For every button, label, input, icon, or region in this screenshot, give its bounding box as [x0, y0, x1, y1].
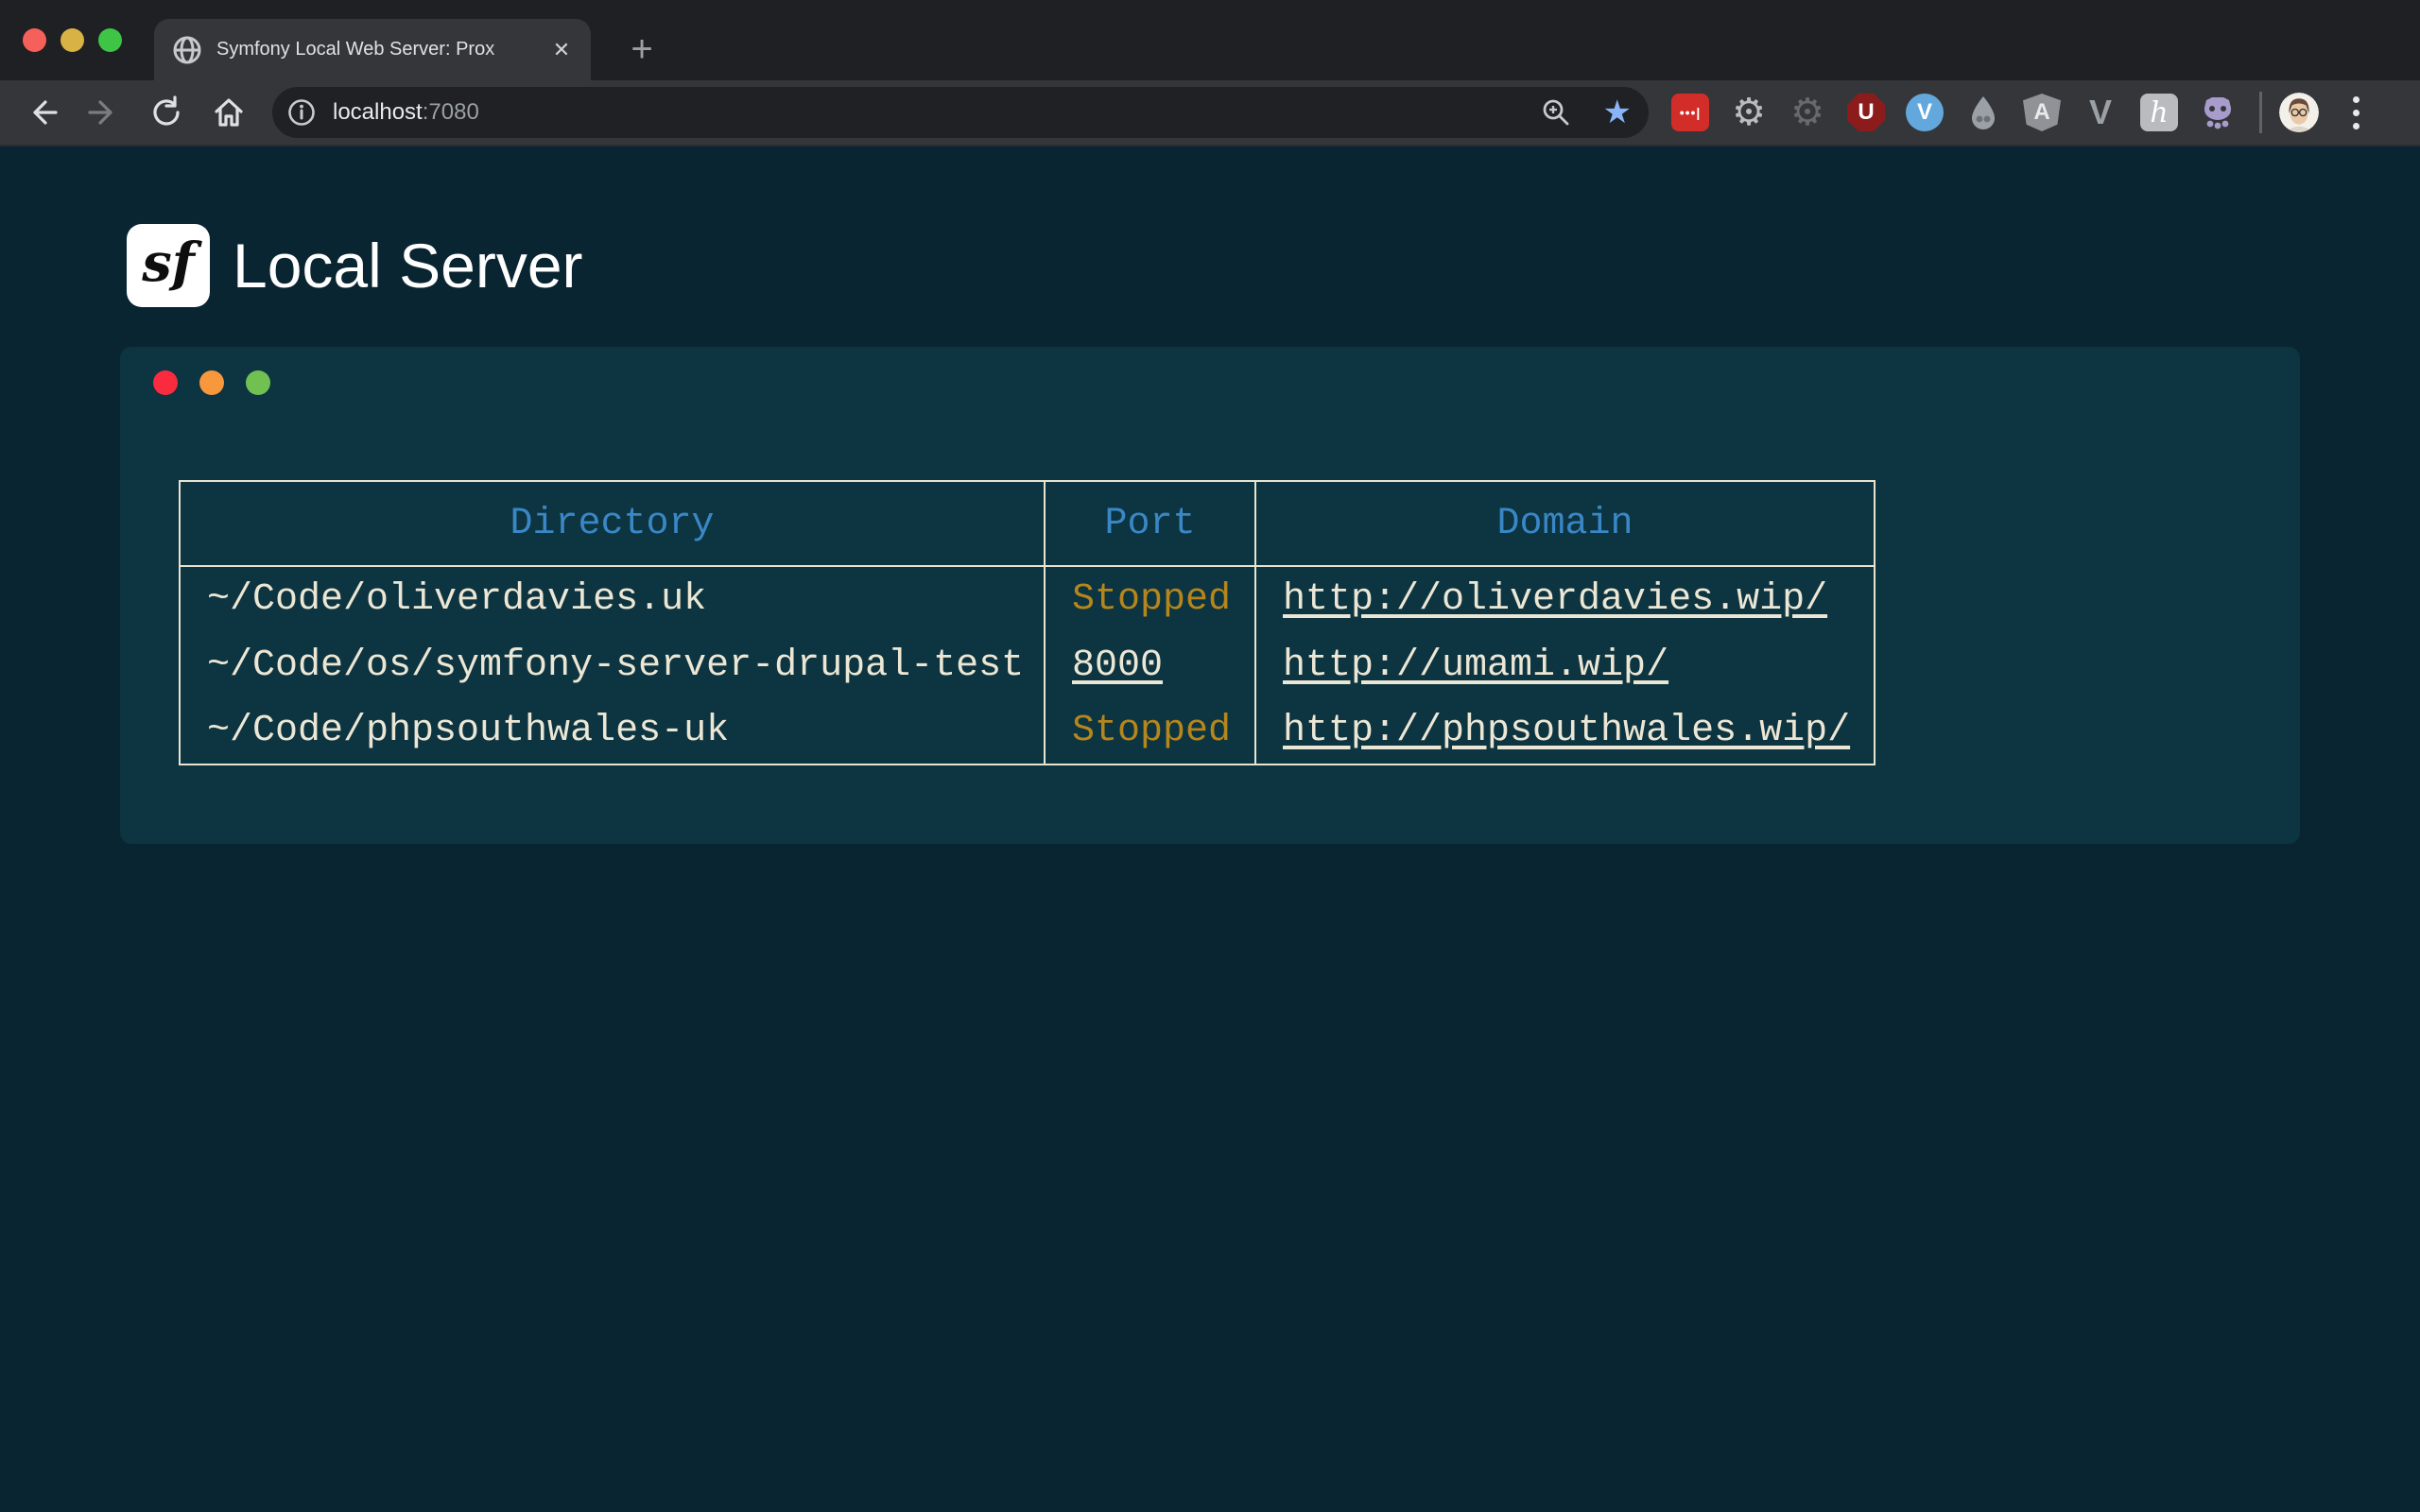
- terminal-card: Directory Port Domain ~/Code/oliverdavie…: [120, 347, 2300, 844]
- tab-title: Symfony Local Web Server: Prox: [216, 39, 547, 60]
- lastpass-extension-icon[interactable]: •••|: [1671, 94, 1709, 131]
- url-host: localhost: [333, 99, 423, 125]
- orange-dot-icon: [199, 370, 224, 395]
- home-button[interactable]: [210, 94, 248, 131]
- domain-cell: http://umami.wip/: [1255, 632, 1875, 698]
- window-titlebar: Symfony Local Web Server: Prox ✕ +: [0, 0, 2420, 80]
- url-port: :7080: [423, 99, 479, 125]
- domain-cell: http://oliverdavies.wip/: [1255, 566, 1875, 632]
- table-row: ~/Code/os/symfony-server-drupal-test 800…: [180, 632, 1875, 698]
- profile-avatar[interactable]: [2279, 93, 2319, 132]
- directory-cell: ~/Code/oliverdavies.uk: [180, 566, 1045, 632]
- toolbar-separator: [2259, 92, 2262, 133]
- port-cell: 8000: [1045, 632, 1255, 698]
- domain-cell: http://phpsouthwales.wip/: [1255, 698, 1875, 765]
- browser-menu-button[interactable]: [2342, 96, 2370, 129]
- window-controls: [23, 28, 122, 52]
- browser-tab[interactable]: Symfony Local Web Server: Prox ✕: [154, 19, 591, 80]
- table-header-row: Directory Port Domain: [180, 481, 1875, 566]
- page-title: Local Server: [233, 230, 583, 301]
- new-tab-button[interactable]: +: [622, 29, 662, 69]
- reload-icon: [149, 95, 183, 129]
- maximize-window-button[interactable]: [98, 28, 122, 52]
- symfony-logo: sf: [127, 224, 210, 307]
- directory-cell: ~/Code/phpsouthwales-uk: [180, 698, 1045, 765]
- angular-shield-extension-icon[interactable]: A: [2023, 94, 2061, 131]
- globe-favicon-icon: [173, 36, 201, 64]
- tab-close-icon[interactable]: ✕: [547, 36, 576, 64]
- back-button[interactable]: [23, 94, 60, 131]
- domain-link[interactable]: http://oliverdavies.wip/: [1283, 578, 1827, 621]
- domain-link[interactable]: http://umami.wip/: [1283, 644, 1668, 687]
- address-bar[interactable]: localhost:7080 ★: [272, 87, 1649, 138]
- vimium-extension-icon[interactable]: V: [1906, 94, 1944, 131]
- domain-column-header: Domain: [1255, 481, 1875, 566]
- hypothesis-extension-icon[interactable]: h: [2140, 94, 2178, 131]
- extensions-row: •••| ⚙ ⚙ U V A V h: [1671, 94, 2237, 131]
- drupal-extension-icon[interactable]: [1964, 94, 2002, 131]
- port-link[interactable]: 8000: [1072, 644, 1163, 687]
- bookmark-star-icon[interactable]: ★: [1603, 96, 1632, 129]
- status-badge: Stopped: [1072, 710, 1231, 752]
- servers-table: Directory Port Domain ~/Code/oliverdavie…: [179, 480, 1876, 765]
- url-text[interactable]: localhost:7080: [333, 99, 479, 126]
- port-column-header: Port: [1045, 481, 1255, 566]
- reload-button[interactable]: [147, 94, 185, 131]
- gear-dark-extension-icon[interactable]: ⚙: [1789, 94, 1826, 131]
- gear-extension-icon[interactable]: ⚙: [1730, 94, 1768, 131]
- table-row: ~/Code/phpsouthwales-uk Stopped http://p…: [180, 698, 1875, 765]
- browser-toolbar: localhost:7080 ★ •••| ⚙ ⚙ U V A V h: [0, 80, 2420, 146]
- back-arrow-icon: [25, 95, 59, 129]
- octotree-octocat-extension-icon[interactable]: [2199, 94, 2237, 131]
- minimize-window-button[interactable]: [60, 28, 84, 52]
- close-window-button[interactable]: [23, 28, 46, 52]
- forward-button[interactable]: [85, 94, 123, 131]
- green-dot-icon: [246, 370, 270, 395]
- ublock-origin-extension-icon[interactable]: U: [1847, 94, 1885, 131]
- menu-dot: [2353, 123, 2360, 129]
- table-row: ~/Code/oliverdavies.uk Stopped http://ol…: [180, 566, 1875, 632]
- terminal-window-dots: [153, 370, 2300, 395]
- menu-dot: [2353, 96, 2360, 103]
- status-badge: Stopped: [1072, 578, 1231, 621]
- port-cell: Stopped: [1045, 566, 1255, 632]
- menu-dot: [2353, 110, 2360, 116]
- zoom-level-icon[interactable]: [1541, 97, 1571, 128]
- page-header: sf Local Server: [127, 224, 2300, 307]
- domain-link[interactable]: http://phpsouthwales.wip/: [1283, 710, 1850, 752]
- page-info-icon[interactable]: [287, 98, 316, 127]
- page-content: sf Local Server Directory Port Domain ~/…: [0, 146, 2420, 844]
- port-cell: Stopped: [1045, 698, 1255, 765]
- forward-arrow-icon: [87, 95, 121, 129]
- vue-extension-icon[interactable]: V: [2082, 94, 2119, 131]
- red-dot-icon: [153, 370, 178, 395]
- home-icon: [212, 95, 246, 129]
- directory-column-header: Directory: [180, 481, 1045, 566]
- directory-cell: ~/Code/os/symfony-server-drupal-test: [180, 632, 1045, 698]
